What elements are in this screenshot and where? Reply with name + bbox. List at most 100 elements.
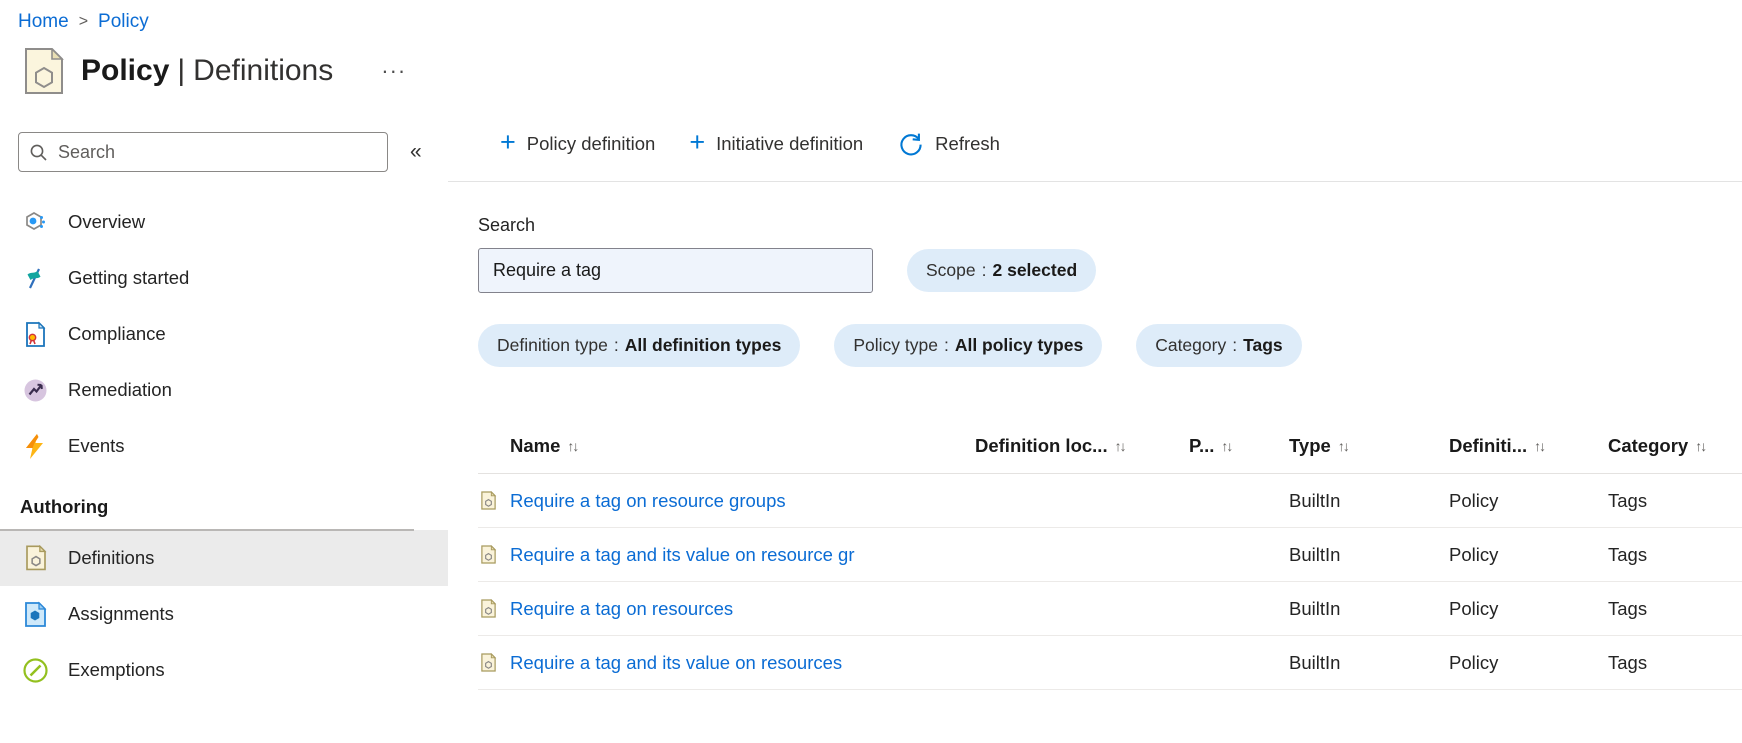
table-row: Require a tag and its value on resources…	[478, 636, 1742, 690]
policy-definition-label: Policy definition	[526, 132, 656, 154]
sidebar-nav: Overview Getting started Compliance Reme…	[0, 194, 448, 698]
pill-value: Tags	[1243, 335, 1283, 355]
page-title-primary: Policy	[81, 54, 170, 87]
table-row: Require a tag on resources BuiltIn Polic…	[478, 582, 1742, 636]
pill-label: Category	[1155, 335, 1227, 355]
overview-icon	[22, 209, 49, 236]
refresh-button[interactable]: Refresh	[897, 130, 1000, 158]
column-header-type[interactable]: Type ↑↓	[1289, 434, 1350, 457]
remediation-icon	[22, 377, 49, 404]
compliance-icon	[22, 321, 49, 348]
chevron-right-icon: >	[78, 13, 89, 30]
column-label: Name	[510, 434, 561, 456]
breadcrumb-home-link[interactable]: Home	[18, 11, 69, 33]
sidebar-item-compliance[interactable]: Compliance	[0, 306, 448, 362]
page-header: Policy | Definitions ···	[0, 46, 1742, 96]
pill-label: Definition type	[497, 335, 608, 355]
sort-icon: ↑↓	[1695, 437, 1707, 454]
pill-separator: :	[613, 335, 619, 355]
table-header-row: Name ↑↓ Definition loc... ↑↓ P... ↑↓ Typ…	[478, 418, 1742, 474]
sort-icon: ↑↓	[1221, 437, 1233, 454]
refresh-icon	[897, 130, 925, 158]
sidebar: « Overview	[0, 106, 448, 717]
cell-type: BuiltIn	[1289, 489, 1341, 511]
definitions-search-input[interactable]	[478, 248, 873, 293]
column-label: Category	[1608, 434, 1689, 456]
pill-label: Policy type	[853, 335, 938, 355]
policy-definition-icon	[481, 544, 496, 564]
pill-value: All policy types	[954, 335, 1084, 355]
sidebar-item-label: Events	[68, 435, 125, 456]
exemptions-icon	[22, 657, 49, 684]
sidebar-item-overview[interactable]: Overview	[0, 194, 448, 250]
sidebar-item-assignments[interactable]: Assignments	[0, 586, 448, 642]
policy-definition-icon	[481, 652, 496, 672]
breadcrumb: Home > Policy	[0, 0, 1742, 34]
events-icon	[22, 433, 49, 460]
sort-icon: ↑↓	[1114, 437, 1127, 454]
definitions-icon	[22, 544, 49, 572]
sidebar-search-input[interactable]	[58, 141, 358, 163]
initiative-definition-label: Initiative definition	[716, 132, 864, 154]
column-header-name[interactable]: Name ↑↓	[510, 434, 579, 457]
cell-type: BuiltIn	[1289, 651, 1341, 673]
cell-type: BuiltIn	[1289, 597, 1341, 619]
sidebar-search-box	[18, 132, 388, 172]
more-menu-icon[interactable]: ···	[375, 56, 412, 86]
definition-type-filter-pill[interactable]: Definition type : All definition types	[478, 324, 801, 367]
column-header-definition-type[interactable]: Definiti... ↑↓	[1449, 434, 1546, 457]
sidebar-item-label: Remediation	[68, 379, 172, 400]
column-header-category[interactable]: Category ↑↓	[1608, 434, 1707, 457]
column-header-definition-location[interactable]: Definition loc... ↑↓	[975, 434, 1127, 457]
pill-value: All definition types	[624, 335, 782, 355]
pill-separator: :	[1232, 335, 1238, 355]
main-content: + Policy definition + Initiative definit…	[448, 106, 1742, 717]
sidebar-item-getting-started[interactable]: Getting started	[0, 250, 448, 306]
pill-value: 2 selected	[992, 260, 1078, 280]
sidebar-item-label: Compliance	[68, 323, 166, 344]
sidebar-item-exemptions[interactable]: Exemptions	[0, 642, 448, 698]
collapse-sidebar-icon[interactable]: «	[410, 140, 422, 164]
sidebar-item-label: Definitions	[68, 547, 155, 568]
scope-filter-pill[interactable]: Scope : 2 selected	[907, 249, 1097, 292]
policy-definition-button[interactable]: + Policy definition	[500, 126, 656, 157]
cell-definition-type: Policy	[1449, 543, 1499, 565]
category-filter-pill[interactable]: Category : Tags	[1136, 324, 1302, 367]
pill-label: Scope	[926, 260, 976, 280]
page-title: Policy | Definitions	[81, 54, 333, 88]
getting-started-icon	[22, 265, 49, 292]
cell-definition-type: Policy	[1449, 489, 1499, 511]
definition-link[interactable]: Require a tag and its value on resources	[510, 652, 842, 674]
column-label: Definiti...	[1449, 434, 1528, 456]
assignments-icon	[22, 601, 49, 628]
sidebar-item-remediation[interactable]: Remediation	[0, 362, 448, 418]
page-title-secondary: Definitions	[193, 54, 334, 87]
sort-icon: ↑↓	[1337, 437, 1350, 454]
policy-type-filter-pill[interactable]: Policy type : All policy types	[834, 324, 1103, 367]
page-title-separator: |	[177, 54, 186, 87]
column-header-policies[interactable]: P... ↑↓	[1189, 435, 1233, 457]
column-label: Definition loc...	[975, 434, 1108, 456]
cell-category: Tags	[1608, 543, 1648, 565]
sidebar-item-definitions[interactable]: Definitions	[0, 529, 448, 586]
policy-definition-icon	[481, 490, 496, 510]
sort-icon: ↑↓	[567, 437, 579, 454]
definition-link[interactable]: Require a tag on resources	[510, 598, 733, 620]
sidebar-item-events[interactable]: Events	[0, 418, 448, 474]
column-label: Type	[1289, 434, 1331, 456]
plus-icon: +	[500, 126, 516, 157]
initiative-definition-button[interactable]: + Initiative definition	[689, 126, 864, 157]
command-bar: + Policy definition + Initiative definit…	[448, 106, 1742, 182]
table-row: Require a tag on resource groups BuiltIn…	[478, 474, 1742, 528]
breadcrumb-policy-link[interactable]: Policy	[98, 11, 149, 33]
sort-icon: ↑↓	[1534, 437, 1546, 454]
sidebar-item-label: Exemptions	[68, 659, 165, 680]
definition-link[interactable]: Require a tag and its value on resource …	[510, 544, 855, 566]
definition-link[interactable]: Require a tag on resource groups	[510, 490, 786, 512]
plus-icon: +	[689, 126, 706, 157]
cell-category: Tags	[1608, 651, 1648, 673]
policy-doc-icon	[25, 47, 64, 94]
cell-category: Tags	[1608, 489, 1648, 511]
cell-definition-type: Policy	[1449, 597, 1499, 619]
search-filter-label: Search	[478, 215, 536, 235]
